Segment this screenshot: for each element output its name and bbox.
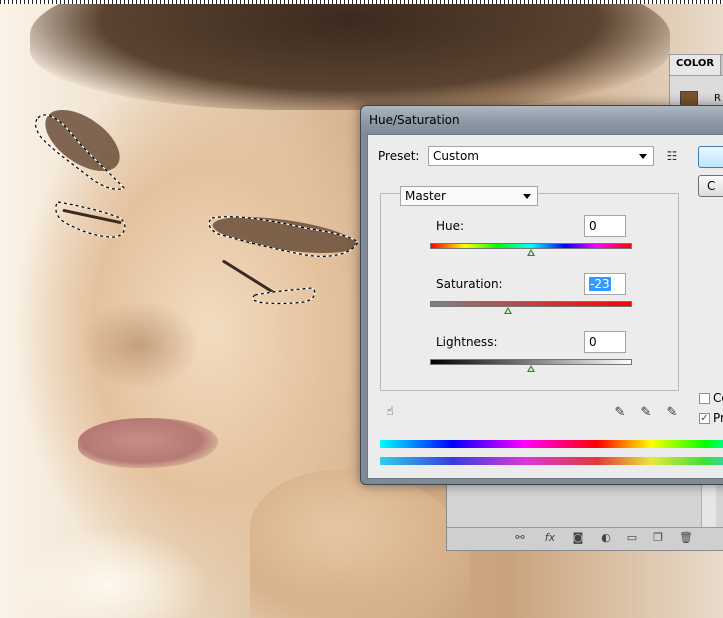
layers-footer: ⚯ fx ◙ ◐ ▭ ❐ 🗑 xyxy=(447,527,723,550)
result-color-bar xyxy=(380,457,723,465)
preview-label: Pr xyxy=(713,411,723,425)
preset-dropdown-value: Custom xyxy=(433,149,479,163)
source-color-bar xyxy=(380,440,723,448)
selection-left-eye xyxy=(55,201,126,238)
fx-icon[interactable]: fx xyxy=(543,531,557,545)
saturation-slider-thumb[interactable] xyxy=(503,307,512,314)
lightness-slider-thumb[interactable] xyxy=(527,365,535,372)
trash-icon[interactable]: 🗑 xyxy=(679,531,693,545)
colorize-checkbox[interactable] xyxy=(699,393,710,404)
cancel-button-label: C xyxy=(707,179,716,193)
colorize-label: Co xyxy=(713,391,723,405)
dialog-titlebar[interactable]: Hue/Saturation xyxy=(361,106,723,134)
mask-icon[interactable]: ◙ xyxy=(571,531,585,545)
saturation-label: Saturation: xyxy=(436,277,503,291)
channel-dropdown[interactable]: Master xyxy=(400,186,538,206)
preset-dropdown[interactable]: Custom xyxy=(428,146,654,166)
saturation-input[interactable]: -23 xyxy=(584,273,626,295)
preview-checkbox[interactable]: ✓ xyxy=(699,413,710,424)
lightness-input-value: 0 xyxy=(589,335,597,349)
eyedropper-icon[interactable]: ✎ xyxy=(612,405,628,421)
hue-label: Hue: xyxy=(436,219,465,233)
new-layer-icon[interactable]: ❐ xyxy=(651,531,665,545)
folder-icon[interactable]: ▭ xyxy=(625,531,639,545)
red-channel-label: R xyxy=(714,93,721,104)
preset-label: Preset: xyxy=(378,149,420,163)
eyedropper-minus-icon[interactable]: ✎ xyxy=(664,405,680,421)
hue-slider-thumb[interactable] xyxy=(527,249,535,256)
ok-button[interactable] xyxy=(698,146,723,168)
hue-saturation-dialog: Hue/Saturation Preset: Custom ☷ C Master… xyxy=(360,105,723,485)
chevron-down-icon xyxy=(639,154,647,159)
channel-dropdown-value: Master xyxy=(405,189,446,203)
hand-target-icon[interactable]: ☝ xyxy=(382,403,398,419)
eyedropper-plus-icon[interactable]: ✎ xyxy=(638,405,654,421)
adjustment-icon[interactable]: ◐ xyxy=(599,531,613,545)
hue-input[interactable]: 0 xyxy=(584,215,626,237)
chevron-down-icon xyxy=(523,194,531,199)
dialog-title: Hue/Saturation xyxy=(369,113,460,127)
color-panel-tab[interactable]: COLOR xyxy=(670,55,722,75)
dialog-client-area: Preset: Custom ☷ C Master Hue: 0 Saturat… xyxy=(367,134,723,479)
cancel-button[interactable]: C xyxy=(698,175,723,197)
hue-input-value: 0 xyxy=(589,219,597,233)
list-menu-icon[interactable]: ☷ xyxy=(664,148,680,164)
saturation-input-value: -23 xyxy=(589,277,611,291)
selection-left-brow xyxy=(34,114,126,190)
lightness-input[interactable]: 0 xyxy=(584,331,626,353)
selection-right-eye xyxy=(252,287,316,305)
color-panel-tabbar: COLOR xyxy=(670,55,723,76)
link-icon[interactable]: ⚯ xyxy=(513,531,527,545)
saturation-slider-track[interactable] xyxy=(430,301,632,307)
lightness-label: Lightness: xyxy=(436,335,498,349)
